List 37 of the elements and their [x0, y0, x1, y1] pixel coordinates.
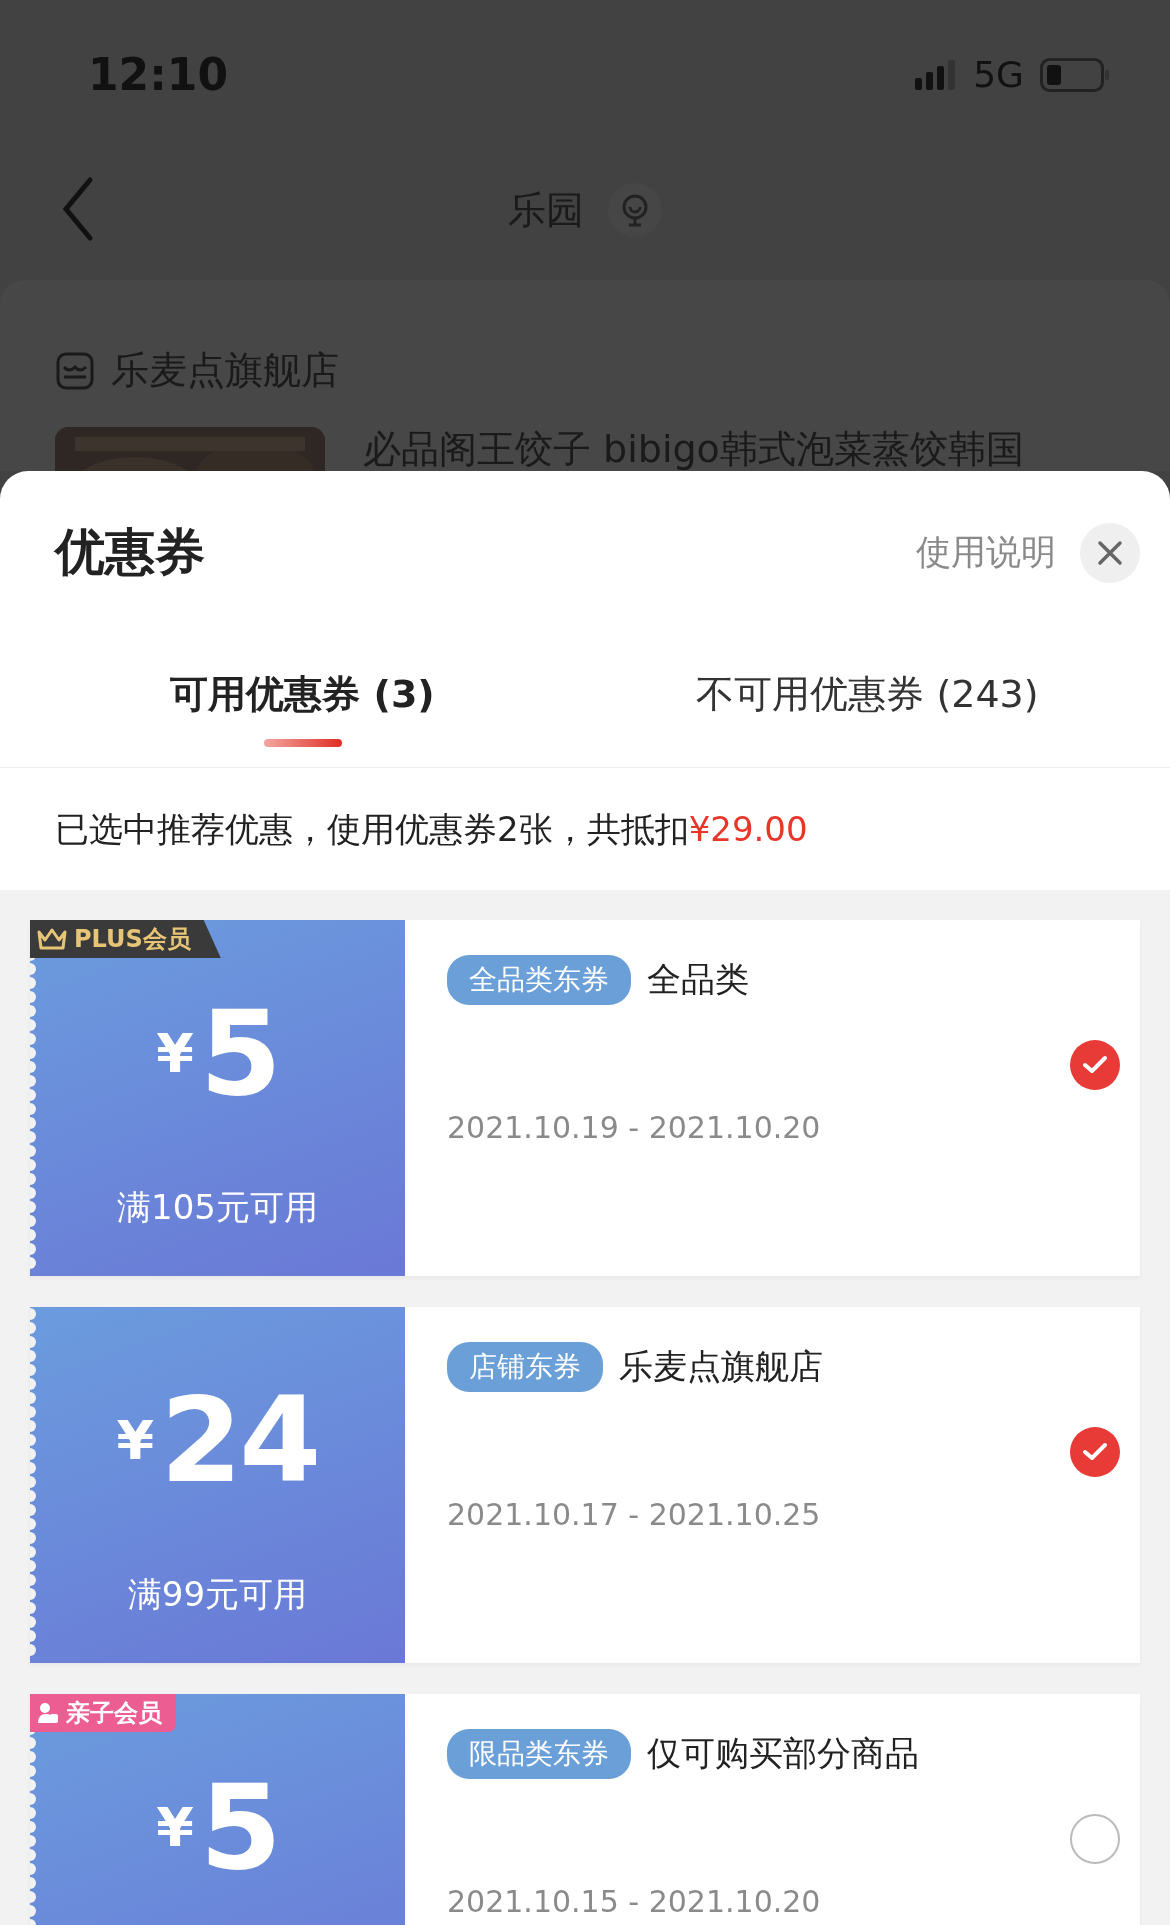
currency-sign: ¥: [116, 1408, 155, 1474]
crown-icon: [36, 926, 68, 952]
validity-dates: 2021.10.17 - 2021.10.25: [447, 1496, 822, 1534]
coupon-scope: 仅可购买部分商品: [647, 1732, 919, 1775]
sheet-title: 优惠券: [55, 522, 205, 583]
currency-sign: ¥: [156, 1795, 194, 1861]
store-icon: [55, 350, 95, 391]
coupon-scope: 全品类: [647, 958, 749, 1001]
coupon-amount: 5: [199, 994, 279, 1112]
coupon-card[interactable]: PLUS会员 ¥5 满105元可用 全品类东券 全品类 2021.10.19 - 2021.10.20: [30, 920, 1140, 1276]
coupon-amount: 5: [199, 1768, 279, 1886]
coupon-card[interactable]: 亲子会员 ¥5 限品类东券 仅可购买部分商品 2021.10.15 - 2021.10.20: [30, 1694, 1140, 1925]
tab[interactable]: 可用优惠券 (3): [20, 666, 585, 767]
coupon-checkbox[interactable]: [1070, 1040, 1120, 1090]
coupon-amount: 24: [160, 1381, 319, 1499]
coupon-type-tag: 店铺东券: [447, 1341, 603, 1392]
coupon-scope: 乐麦点旗舰店: [619, 1345, 823, 1388]
battery-icon: [1040, 58, 1110, 92]
coupon-checkbox[interactable]: [1070, 1427, 1120, 1477]
validity-dates: 2021.10.15 - 2021.10.20: [447, 1883, 822, 1921]
validity-dates: 2021.10.19 - 2021.10.20: [447, 1109, 822, 1147]
coupon-checkbox[interactable]: [1070, 1814, 1120, 1864]
tab[interactable]: 不可用优惠券 (243): [585, 666, 1150, 767]
usage-condition: 满99元可用: [126, 1573, 309, 1616]
usage-condition: 满105元可用: [116, 1186, 319, 1229]
coupon-card[interactable]: ¥24 满99元可用 店铺东券 乐麦点旗舰店 2021.10.17 - 2021.10.25: [30, 1307, 1140, 1663]
coupon-type-tag: 限品类东券: [447, 1728, 631, 1779]
badge-label: PLUS会员: [74, 924, 191, 955]
currency-sign: ¥: [156, 1021, 194, 1087]
check-icon: [1082, 1442, 1108, 1462]
check-icon: [1082, 1055, 1108, 1075]
close-icon: [1097, 539, 1123, 566]
coupon-type-tag: 全品类东券: [447, 954, 631, 1005]
signal-icon: [915, 60, 958, 90]
person-icon: [36, 1701, 60, 1725]
summary-text: 已选中推荐优惠，使用优惠券2张，共抵扣¥29.00: [54, 807, 809, 851]
badge-label: 亲子会员: [66, 1698, 162, 1729]
